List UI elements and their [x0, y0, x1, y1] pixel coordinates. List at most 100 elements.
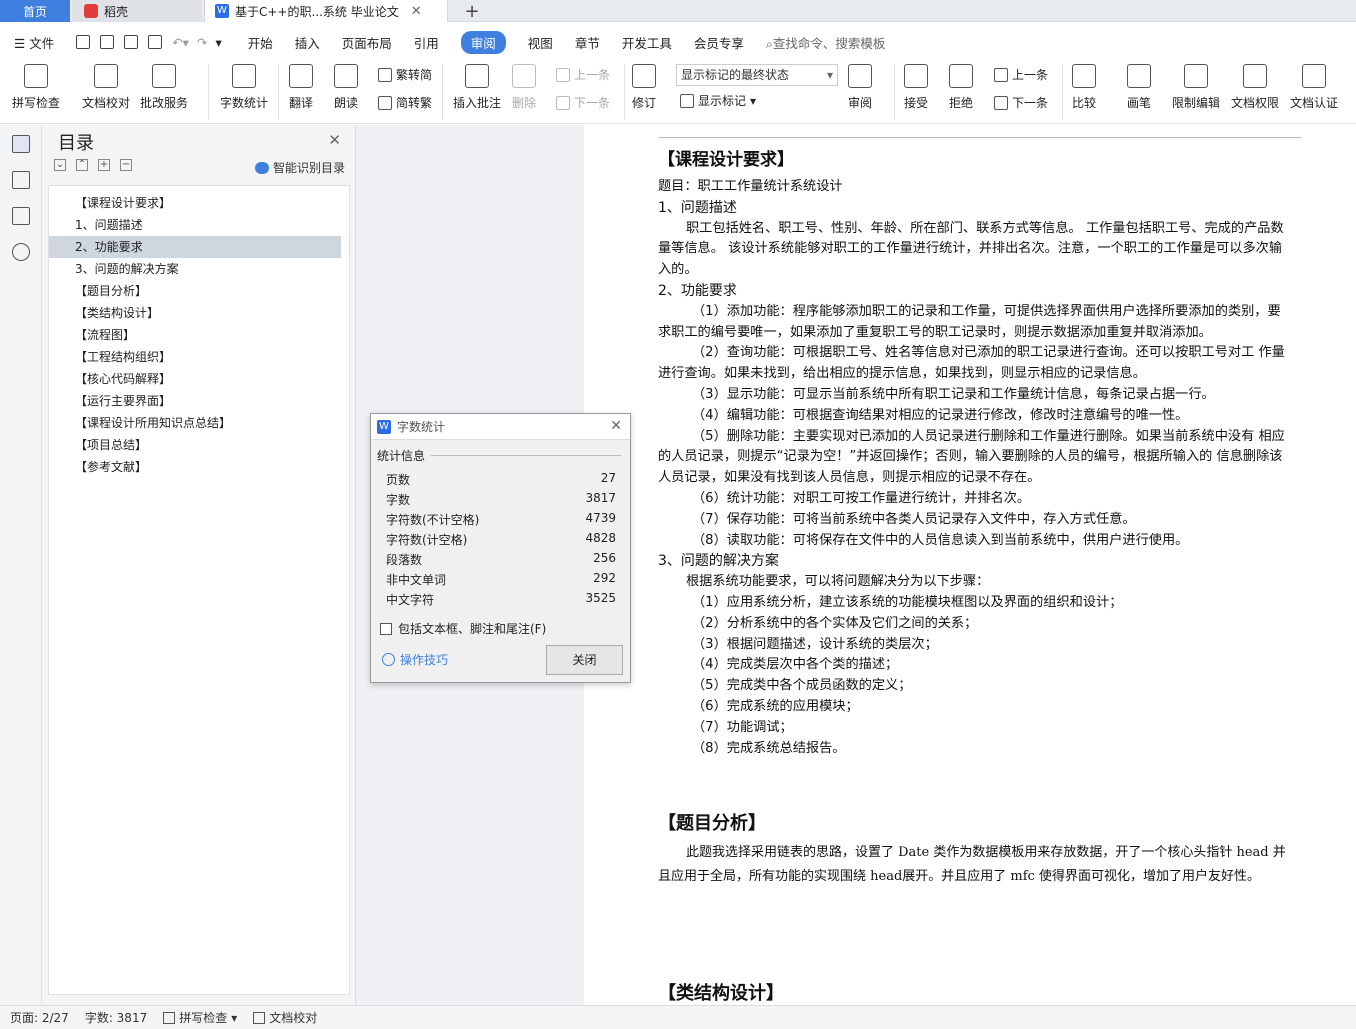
read-aloud-label: 朗读 — [334, 96, 359, 110]
pen-button[interactable]: 画笔 — [1127, 64, 1151, 111]
close-tab-icon[interactable]: ✕ — [411, 4, 422, 19]
remove-heading-icon[interactable]: − — [120, 159, 132, 171]
status-spell-check[interactable]: 拼写检查 ▾ — [163, 1009, 237, 1026]
tab-document[interactable]: W 基于C++的职...系统 毕业论文 ✕ — [204, 0, 448, 22]
undo-icon[interactable]: ↶▾ — [172, 35, 189, 50]
print-icon[interactable] — [124, 35, 139, 49]
show-markup-button[interactable]: 显示标记 ▾ — [680, 92, 756, 109]
word-count-button[interactable]: 字数统计 — [220, 64, 268, 111]
tips-label: 操作技巧 — [400, 653, 449, 667]
read-aloud-button[interactable]: 朗读 — [334, 64, 358, 111]
toc-item[interactable]: 【核心代码解释】 — [49, 368, 341, 390]
dialog-titlebar[interactable]: W 字数统计 — [371, 414, 630, 440]
heading: 【类结构设计】 — [658, 983, 784, 1005]
stat-value: 256 — [593, 551, 616, 565]
next-change-button[interactable]: 下一条 — [994, 94, 1048, 111]
toc-item[interactable]: 【运行主要界面】 — [49, 390, 341, 412]
menu-developer[interactable]: 开发工具 — [622, 33, 672, 52]
word-count-indicator[interactable]: 字数: 3817 — [85, 1009, 147, 1026]
doc-permission-button[interactable]: 文档权限 — [1231, 64, 1279, 111]
smart-toc-button[interactable]: 智能识别目录 — [254, 159, 345, 176]
doc-cert-button[interactable]: 文档认证 — [1290, 64, 1338, 111]
menu-member[interactable]: 会员专享 — [694, 33, 744, 52]
insert-comment-button[interactable]: 插入批注 — [453, 64, 501, 111]
status-doc-proof[interactable]: 文档校对 — [253, 1009, 317, 1026]
menu-layout[interactable]: 页面布局 — [342, 33, 392, 52]
bookmark-icon[interactable] — [12, 207, 30, 225]
reject-button[interactable]: 拒绝 — [949, 64, 973, 111]
paragraph: 根据系统功能要求，可以将问题解决分为以下步骤： — [686, 574, 990, 590]
toc-item[interactable]: 【参考文献】 — [49, 456, 341, 478]
markup-display-select[interactable]: 显示标记的最终状态 — [676, 64, 838, 86]
delete-comment-button[interactable]: 删除 — [512, 64, 536, 111]
toc-item[interactable]: 【课程设计要求】 — [49, 192, 341, 214]
batch-service-button[interactable]: 批改服务 — [140, 64, 188, 111]
command-search[interactable]: ⌕查找命令、搜索模板 — [766, 33, 886, 52]
close-button[interactable]: 关闭 — [546, 645, 623, 675]
menu-reference[interactable]: 引用 — [414, 33, 439, 52]
tab-home[interactable]: 首页 — [0, 0, 70, 22]
redo-icon[interactable]: ↷ — [197, 35, 207, 50]
quick-access-dropdown-icon[interactable]: ▾ — [215, 35, 221, 50]
track-changes-button[interactable]: 修订 — [632, 64, 656, 111]
toc-item[interactable]: 【题目分析】 — [49, 280, 341, 302]
add-heading-icon[interactable]: + — [98, 159, 110, 171]
page-indicator[interactable]: 页面: 2/27 — [10, 1009, 69, 1026]
export-pdf-icon[interactable] — [100, 35, 115, 49]
doc-proof-button[interactable]: 文档校对 — [82, 64, 130, 111]
file-menu[interactable]: ☰ 文件 — [14, 33, 54, 52]
spell-check-button[interactable]: 拼写检查 — [12, 64, 60, 111]
print-preview-icon[interactable] — [148, 35, 163, 49]
include-textbox-checkbox[interactable]: 包括文本框、脚注和尾注(F) — [380, 620, 546, 637]
translate-button[interactable]: 翻译 — [289, 64, 313, 111]
toc-item[interactable]: 【流程图】 — [49, 324, 341, 346]
stat-label: 字数 — [386, 493, 411, 507]
restrict-edit-button[interactable]: 限制编辑 — [1172, 64, 1220, 111]
menu-insert[interactable]: 插入 — [295, 33, 320, 52]
compare-button[interactable]: 比较 — [1072, 64, 1096, 111]
list-item: （1）应用系统分析，建立该系统的功能模块框图以及界面的组织和设计； — [692, 594, 1123, 610]
tab-home-label: 首页 — [22, 4, 47, 19]
toc-item[interactable]: 【项目总结】 — [49, 434, 341, 456]
expand-all-icon[interactable]: ⌄ — [54, 159, 66, 171]
prev-change-button[interactable]: 上一条 — [994, 66, 1048, 83]
toc-item[interactable]: 【类结构设计】 — [49, 302, 341, 324]
save-icon[interactable] — [76, 35, 91, 49]
close-icon[interactable]: ✕ — [610, 418, 622, 434]
status-bar: 页面: 2/27 字数: 3817 拼写检查 ▾ 文档校对 — [0, 1005, 1356, 1029]
close-icon[interactable]: ✕ — [328, 131, 341, 149]
toc-item[interactable]: 2、功能要求 — [49, 236, 341, 258]
next-comment-button[interactable]: 下一条 — [556, 94, 610, 111]
include-textbox-label: 包括文本框、脚注和尾注(F) — [398, 622, 547, 636]
toc-item[interactable]: 【工程结构组织】 — [49, 346, 341, 368]
menu-view[interactable]: 视图 — [528, 33, 553, 52]
trad-to-simp-icon — [378, 67, 392, 82]
toc-panel-icon[interactable] — [12, 135, 30, 153]
document-page[interactable]: 【课程设计要求】 题目：职工工作量统计系统设计 1、问题描述 职工包括姓名、职工… — [584, 125, 1356, 1005]
menu-start[interactable]: 开始 — [248, 33, 273, 52]
tips-link[interactable]: 操作技巧 — [382, 651, 448, 668]
collapse-all-icon[interactable]: ⌃ — [76, 159, 88, 171]
stat-value: 3525 — [585, 591, 616, 605]
chapter-nav-icon[interactable] — [12, 171, 30, 189]
restrict-edit-icon — [1184, 64, 1208, 88]
review-pane-button[interactable]: 审阅 — [848, 64, 872, 111]
accept-button[interactable]: 接受 — [904, 64, 928, 111]
document-body[interactable]: 【课程设计要求】 题目：职工工作量统计系统设计 1、问题描述 职工包括姓名、职工… — [658, 147, 1292, 1005]
accept-label: 接受 — [904, 96, 929, 110]
paragraph: （5）删除功能：主要实现对已添加的人员记录进行删除和工作量进行删除。如果当前系统… — [658, 428, 1285, 486]
prev-comment-button[interactable]: 上一条 — [556, 66, 610, 83]
simp-to-trad-button[interactable]: 简转繁 — [378, 94, 432, 111]
new-tab-button[interactable]: + — [460, 0, 484, 22]
tab-daoke[interactable]: 稻壳 — [72, 0, 202, 22]
toc-item[interactable]: 3、问题的解决方案 — [49, 258, 341, 280]
next-change-icon — [994, 95, 1008, 110]
checkbox-box[interactable] — [380, 622, 392, 635]
toc-item[interactable]: 1、问题描述 — [49, 214, 341, 236]
search-icon[interactable] — [12, 243, 30, 261]
toc-item[interactable]: 【课程设计所用知识点总结】 — [49, 412, 341, 434]
track-changes-label: 修订 — [632, 96, 657, 110]
trad-to-simp-button[interactable]: 繁转简 — [378, 66, 432, 83]
menu-chapter[interactable]: 章节 — [575, 33, 600, 52]
menu-review[interactable]: 审阅 — [460, 30, 506, 54]
